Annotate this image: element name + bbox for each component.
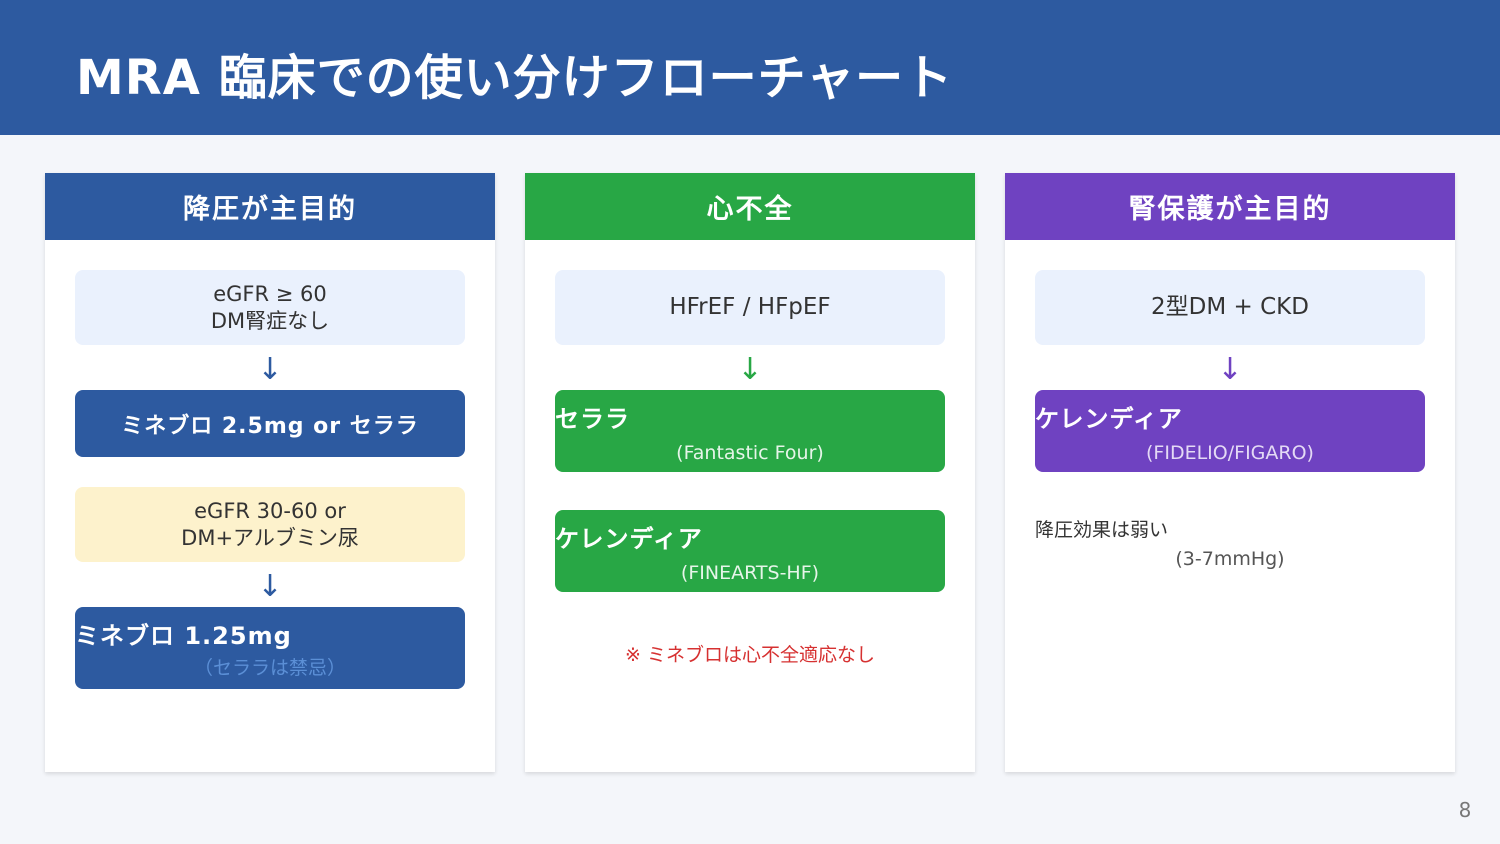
column-heart-failure: 心不全 HFrEF / HFpEF ↓ セララ (Fantastic Four)… bbox=[525, 173, 975, 772]
effect-note-line: 降圧効果は弱い bbox=[1035, 519, 1169, 541]
column-heading-kidney: 腎保護が主目的 bbox=[1005, 173, 1455, 240]
condition-line: DM+アルブミン尿 bbox=[181, 525, 359, 550]
condition-dm-ckd: 2型DM + CKD bbox=[1035, 270, 1425, 345]
warning-note: ※ ミネブロは心不全適応なし bbox=[625, 644, 875, 666]
slide-title: MRA 臨床での使い分けフローチャート bbox=[76, 50, 954, 106]
drug-box-selara: セララ (Fantastic Four) bbox=[555, 390, 945, 472]
column-kidney-protection: 腎保護が主目的 2型DM + CKD ↓ ケレンディア (FIDELIO/FIG… bbox=[1005, 173, 1455, 772]
drug-name: ケレンディア bbox=[1035, 404, 1183, 433]
effect-note: 降圧効果は弱い (3-7mmHg) bbox=[1035, 515, 1425, 570]
drug-box-kerendia: ケレンディア (FINEARTS-HF) bbox=[555, 510, 945, 592]
condition-line: eGFR ≥ 60 bbox=[213, 281, 327, 306]
drug-name: ミネブロ 2.5mg or セララ bbox=[121, 413, 419, 439]
column-hypertension: 降圧が主目的 eGFR ≥ 60 DM腎症なし ↓ ミネブロ 2.5mg or … bbox=[45, 173, 495, 772]
down-arrow-icon: ↓ bbox=[257, 569, 283, 604]
condition-line: 2型DM + CKD bbox=[1151, 294, 1309, 320]
drug-note: （セララは禁忌） bbox=[193, 657, 346, 679]
condition-egfr-60: eGFR ≥ 60 DM腎症なし bbox=[75, 270, 465, 345]
down-arrow-icon: ↓ bbox=[257, 352, 283, 387]
page-number: 8 bbox=[1458, 798, 1472, 822]
condition-line: eGFR 30-60 or bbox=[194, 498, 346, 523]
drug-box-kerendia-ckd: ケレンディア (FIDELIO/FIGARO) bbox=[1035, 390, 1425, 472]
slide-header: MRA 臨床での使い分けフローチャート bbox=[0, 0, 1500, 135]
drug-box-minebro-2.5: ミネブロ 2.5mg or セララ bbox=[75, 390, 465, 457]
drug-trial: (FIDELIO/FIGARO) bbox=[1146, 441, 1314, 464]
condition-hfref-hfpef: HFrEF / HFpEF bbox=[555, 270, 945, 345]
condition-line: DM腎症なし bbox=[210, 308, 330, 333]
drug-box-minebro-1.25: ミネブロ 1.25mg （セララは禁忌） bbox=[75, 607, 465, 689]
down-arrow-icon: ↓ bbox=[737, 352, 763, 387]
column-heading-hypertension: 降圧が主目的 bbox=[45, 173, 495, 240]
down-arrow-icon: ↓ bbox=[1217, 352, 1243, 387]
drug-name: ケレンディア bbox=[555, 524, 703, 553]
drug-name: セララ bbox=[555, 404, 630, 433]
drug-name: ミネブロ 1.25mg bbox=[75, 622, 292, 650]
effect-note-range: (3-7mmHg) bbox=[1175, 548, 1285, 570]
condition-line: HFrEF / HFpEF bbox=[669, 294, 831, 320]
drug-trial: (Fantastic Four) bbox=[676, 441, 824, 464]
condition-egfr-30-60: eGFR 30-60 or DM+アルブミン尿 bbox=[75, 487, 465, 562]
drug-trial: (FINEARTS-HF) bbox=[680, 561, 820, 584]
column-heading-heart-failure: 心不全 bbox=[525, 173, 975, 240]
